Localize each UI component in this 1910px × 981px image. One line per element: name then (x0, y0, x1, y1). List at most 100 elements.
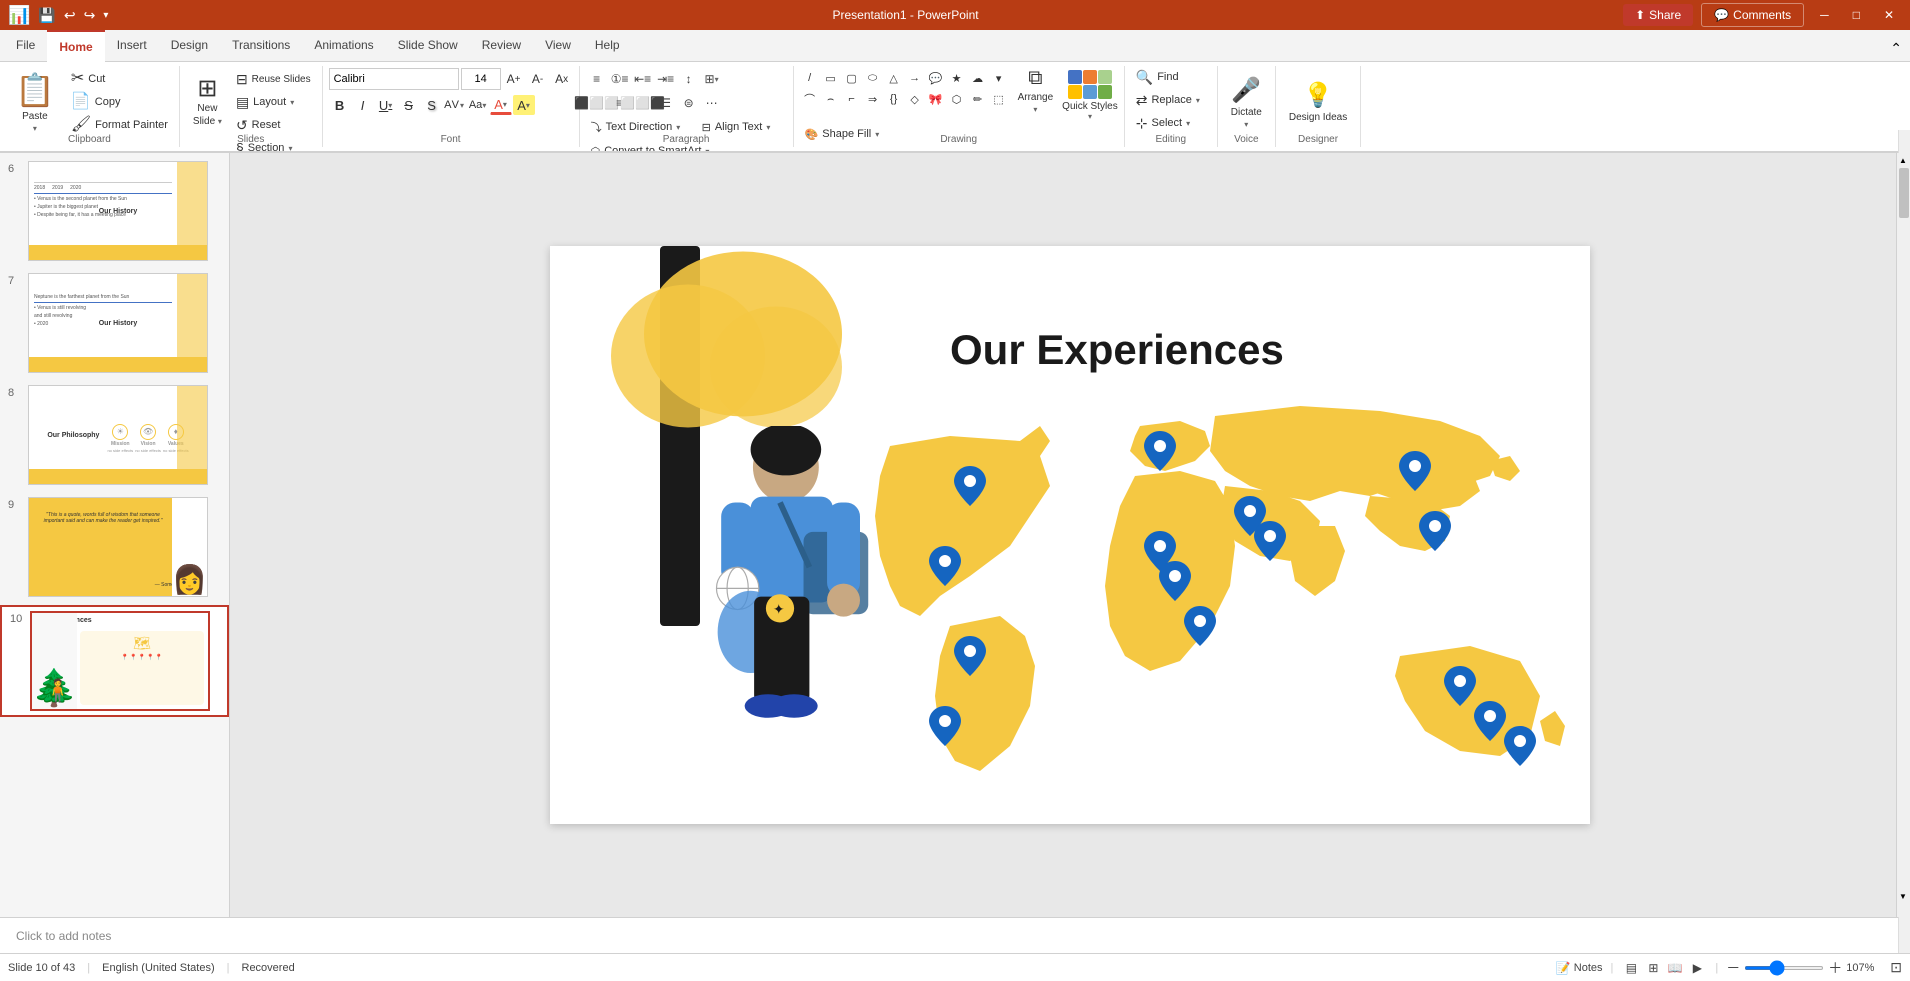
reset-button[interactable]: ↺ Reset (231, 114, 316, 136)
shape-elbow[interactable]: ⌐ (842, 89, 862, 109)
find-button[interactable]: 🔍 Find (1131, 66, 1211, 88)
scroll-up-btn[interactable]: ▲ (1897, 153, 1909, 167)
align-right-button[interactable]: ⬜⬜⬛ (632, 92, 654, 114)
v-scroll-thumb[interactable] (1899, 168, 1909, 218)
line-spacing-button[interactable]: ↕ (678, 68, 700, 90)
quick-access-undo[interactable]: ↩ (64, 7, 76, 24)
shape-block-arrow[interactable]: ⇒ (863, 89, 883, 109)
char-spacing-button[interactable]: AV▾ (444, 94, 466, 116)
shape-star[interactable]: ★ (947, 68, 967, 88)
distribute-button[interactable]: ⊜ (678, 92, 700, 114)
italic-button[interactable]: I (352, 94, 374, 116)
font-size-input[interactable] (461, 68, 501, 90)
scroll-down-btn[interactable]: ▼ (1897, 889, 1909, 903)
strikethrough-button[interactable]: S (398, 94, 420, 116)
format-painter-button[interactable]: 🖌 Format Painter (66, 114, 173, 136)
tab-insert[interactable]: Insert (105, 29, 159, 61)
normal-view-button[interactable]: ▤ (1621, 958, 1641, 978)
shape-callout[interactable]: 💬 (926, 68, 946, 88)
shape-curved-line[interactable]: ⌒ (800, 89, 820, 109)
shape-flowchart[interactable]: ◇ (905, 89, 925, 109)
more-para-button[interactable]: ⋯ (701, 92, 723, 114)
font-family-input[interactable] (329, 68, 459, 90)
design-ideas-button[interactable]: 💡 Design Ideas (1282, 68, 1354, 136)
quick-access-more[interactable]: ▾ (103, 10, 108, 21)
slide-title[interactable]: Our Experiences (950, 326, 1530, 374)
columns-button[interactable]: ⊞▾ (701, 68, 723, 90)
clear-format-button[interactable]: Ax (551, 68, 573, 90)
close-button[interactable]: ✕ (1876, 4, 1902, 26)
quick-access-redo[interactable]: ↪ (84, 7, 96, 24)
bold-button[interactable]: B (329, 94, 351, 116)
language-status[interactable]: English (United States) (102, 962, 215, 974)
tab-slideshow[interactable]: Slide Show (386, 29, 470, 61)
slide-item-8[interactable]: 8 Our Philosophy ☀ Mission no side effec… (0, 381, 229, 489)
grow-font-button[interactable]: A+ (503, 68, 525, 90)
dictate-button[interactable]: 🎤 Dictate ▾ (1224, 68, 1269, 136)
shape-triangle[interactable]: △ (884, 68, 904, 88)
reuse-slides-button[interactable]: ⊟ Reuse Slides (231, 68, 316, 90)
share-button[interactable]: ⬆ Share (1623, 4, 1693, 26)
new-slide-button[interactable]: ⊞ New Slide ▾ (186, 68, 229, 136)
shape-line[interactable]: / (800, 68, 820, 88)
zoom-level[interactable]: 107% (1846, 962, 1882, 974)
select-button[interactable]: ⊹ Select ▾ (1131, 112, 1211, 134)
case-button[interactable]: Aa▾ (467, 94, 489, 116)
comments-button[interactable]: 💬 Comments (1701, 3, 1804, 27)
reading-view-button[interactable]: 📖 (1665, 958, 1685, 978)
tab-transitions[interactable]: Transitions (220, 29, 302, 61)
maximize-button[interactable]: □ (1845, 4, 1868, 26)
tab-design[interactable]: Design (159, 29, 220, 61)
underline-button[interactable]: U▾ (375, 94, 397, 116)
shape-action[interactable]: ⬡ (947, 89, 967, 109)
shape-equation[interactable]: {} (884, 89, 904, 109)
shape-connector[interactable]: ⌢ (821, 89, 841, 109)
tab-view[interactable]: View (533, 29, 583, 61)
numbering-button[interactable]: ①≡ (609, 68, 631, 90)
shape-cloud[interactable]: ☁ (968, 68, 988, 88)
highlight-button[interactable]: A▾ (513, 95, 535, 115)
shape-3d[interactable]: ⬚ (989, 89, 1009, 109)
align-left-button[interactable]: ⬛⬜⬜ (586, 92, 608, 114)
layout-button[interactable]: ▤ Layout ▾ (231, 91, 316, 113)
copy-button[interactable]: 📄 Copy (66, 91, 173, 113)
paste-dropdown-arrow[interactable]: ▾ (33, 124, 37, 133)
quick-styles-button[interactable]: Quick Styles ▾ (1062, 68, 1118, 121)
tab-review[interactable]: Review (470, 29, 533, 61)
justify-button[interactable]: ☰ (655, 92, 677, 114)
notes-placeholder[interactable]: Click to add notes (16, 929, 111, 943)
quick-access-save[interactable]: 💾 (38, 7, 55, 24)
layout-dropdown[interactable]: ▾ (290, 98, 294, 107)
slide-item-10[interactable]: 10 Our Experiences 🌲 🧍 🗺 📍📍📍📍📍 (0, 605, 229, 717)
tab-help[interactable]: Help (583, 29, 632, 61)
cut-button[interactable]: ✂ Cut (66, 68, 173, 90)
tab-home[interactable]: Home (47, 30, 104, 62)
arrange-button[interactable]: ⧉ Arrange ▾ (1011, 68, 1061, 112)
slide-item-7[interactable]: 7 Our History Neptune is the farthest pl… (0, 269, 229, 377)
slide-item-9[interactable]: 9 "This is a quote, words full of wisdom… (0, 493, 229, 601)
tab-file[interactable]: File (4, 29, 47, 61)
shape-round-rect[interactable]: ▢ (842, 68, 862, 88)
presenter-view-button[interactable]: ▶ (1687, 958, 1707, 978)
minimize-button[interactable]: ─ (1812, 4, 1837, 26)
slide-canvas[interactable]: ✦ Our Experiences (550, 246, 1590, 824)
zoom-slider[interactable] (1744, 966, 1824, 970)
shape-arrow-right[interactable]: → (905, 68, 925, 88)
shape-ribbon[interactable]: 🎀 (926, 89, 946, 109)
fit-slide-button[interactable]: ⊡ (1890, 959, 1902, 976)
font-color-button[interactable]: A▾ (490, 95, 512, 115)
canvas-scrollbar-v[interactable]: ▲ ▼ (1896, 153, 1910, 917)
replace-button[interactable]: ⇄ Replace ▾ (1131, 89, 1211, 111)
paste-button[interactable]: 📋 Paste ▾ (6, 68, 64, 136)
ribbon-collapse[interactable]: ⌃ (1882, 36, 1910, 61)
zoom-in-btn[interactable]: ＋ (1828, 958, 1842, 978)
shape-freeform[interactable]: ✏ (968, 89, 988, 109)
slide-sorter-button[interactable]: ⊞ (1643, 958, 1663, 978)
tab-animations[interactable]: Animations (302, 29, 385, 61)
new-slide-dropdown[interactable]: ▾ (218, 117, 222, 126)
indent-more-button[interactable]: ⇥≡ (655, 68, 677, 90)
slide-item-6[interactable]: 6 Our History 2018 2019 2020 • Venus is … (0, 157, 229, 265)
shadow-button[interactable]: S (421, 94, 443, 116)
shrink-font-button[interactable]: A- (527, 68, 549, 90)
shape-rect[interactable]: ▭ (821, 68, 841, 88)
